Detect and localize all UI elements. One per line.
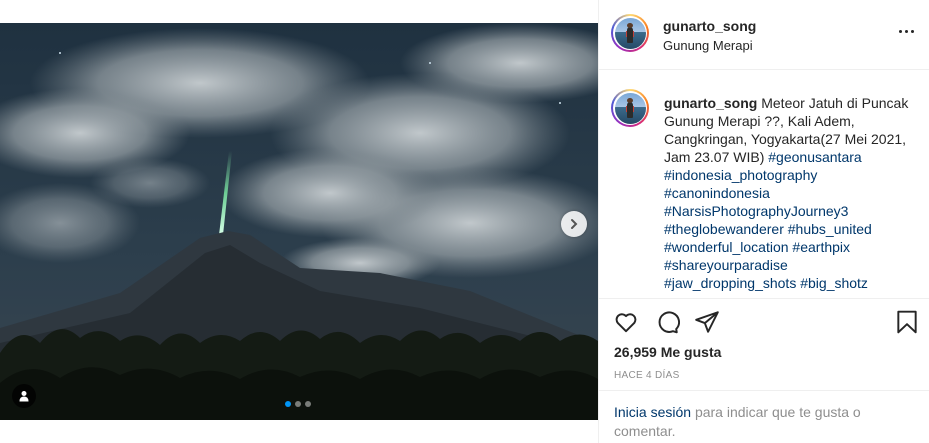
post-header: gunarto_song Gunung Merapi — [599, 0, 929, 70]
divider — [599, 298, 929, 299]
bookmark-icon[interactable] — [894, 309, 922, 337]
hashtag[interactable]: #wonderful_location — [664, 239, 789, 255]
caption-username[interactable]: gunarto_song — [664, 95, 757, 111]
avatar[interactable] — [611, 14, 649, 52]
user-tag-icon[interactable] — [12, 384, 36, 408]
heart-icon[interactable] — [613, 309, 641, 337]
carousel-dot-1 — [285, 401, 291, 407]
post-timestamp[interactable]: HACE 4 DÍAS — [614, 370, 680, 381]
hashtag[interactable]: #indonesia_photography — [664, 167, 817, 183]
hashtag[interactable]: #jaw_dropping_shots — [664, 275, 796, 291]
meteor-volcano-photo — [0, 23, 598, 420]
action-bar — [599, 309, 929, 337]
comment-icon[interactable] — [654, 309, 682, 337]
carousel-dot-3 — [305, 401, 311, 407]
hashtag[interactable]: #hubs_united — [788, 221, 872, 237]
carousel-dot-2 — [295, 401, 301, 407]
login-link[interactable]: Inicia sesión — [614, 404, 691, 420]
next-photo-button[interactable] — [561, 211, 587, 237]
post-location[interactable]: Gunung Merapi — [663, 38, 753, 53]
hashtag[interactable]: #shareyourparadise — [664, 257, 788, 273]
chevron-right-icon — [571, 219, 578, 229]
carousel-indicator — [285, 401, 311, 407]
hashtag[interactable]: #big_shotz — [800, 275, 868, 291]
hashtag[interactable]: #geonusantara — [768, 149, 861, 165]
caption-avatar[interactable] — [611, 89, 649, 127]
post-photo[interactable] — [0, 23, 598, 420]
hashtag[interactable]: #theglobewanderer — [664, 221, 784, 237]
more-options-icon[interactable] — [899, 30, 914, 33]
hashtag[interactable]: #earthpix — [792, 239, 850, 255]
post-media — [0, 0, 598, 443]
likes-count[interactable]: 26,959 Me gusta — [614, 344, 721, 360]
hashtag[interactable]: #NarsisPhotographyJourney3 — [664, 203, 848, 219]
post-username[interactable]: gunarto_song — [663, 18, 756, 34]
share-icon[interactable] — [694, 309, 722, 337]
post-caption: gunarto_song Meteor Jatuh di Puncak Gunu… — [664, 94, 920, 292]
hashtag[interactable]: #canonindonesia — [664, 185, 770, 201]
login-prompt: Inicia sesión para indicar que te gusta … — [614, 403, 904, 441]
post-details-panel: gunarto_song Gunung Merapi gunarto_song … — [598, 0, 929, 443]
divider — [599, 390, 929, 391]
